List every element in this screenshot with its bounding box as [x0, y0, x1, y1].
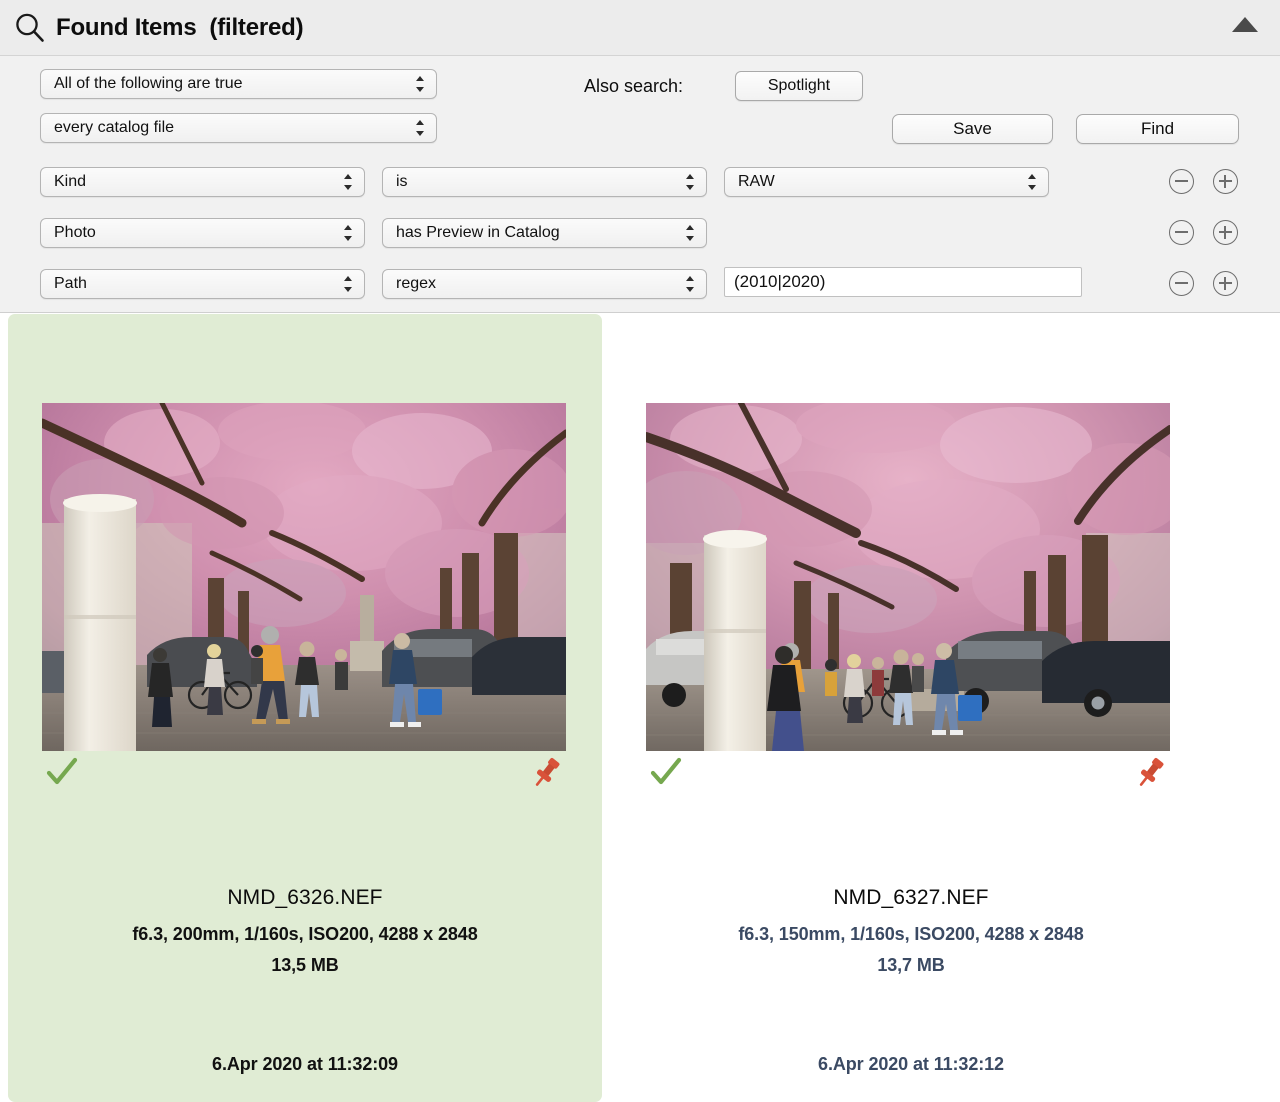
pushpin-icon[interactable]: [1134, 755, 1168, 789]
criterion-field-value-3: Path: [54, 275, 87, 292]
criterion-value-select-1[interactable]: RAW: [724, 167, 1049, 197]
chevron-updown-icon: [344, 274, 353, 294]
chevron-updown-icon: [416, 74, 425, 94]
result-filename-2: NMD_6327.NEF: [833, 886, 989, 909]
cherry-blossom-street-photo-1: [42, 403, 566, 751]
match-rule-select[interactable]: All of the following are true: [40, 69, 437, 99]
criterion-operator-value-1: is: [396, 173, 408, 190]
remove-criterion-button-2[interactable]: [1169, 220, 1194, 245]
criterion-operator-select-2[interactable]: has Preview in Catalog: [382, 218, 707, 248]
found-items-window: Found Items (filtered) All of the follow…: [0, 0, 1280, 1102]
remove-criterion-button-1[interactable]: [1169, 169, 1194, 194]
find-button[interactable]: Find: [1076, 114, 1239, 144]
match-rule-value: All of the following are true: [54, 75, 243, 92]
save-button[interactable]: Save: [892, 114, 1053, 144]
search-criteria-panel: All of the following are true every cata…: [0, 56, 1280, 313]
add-criterion-button-3[interactable]: [1213, 271, 1238, 296]
result-filename-1: NMD_6326.NEF: [227, 886, 383, 909]
add-criterion-button-2[interactable]: [1213, 220, 1238, 245]
result-filesize-1: 13,5 MB: [271, 955, 339, 975]
checkmark-icon[interactable]: [649, 757, 683, 787]
result-item-1[interactable]: NMD_6326.NEF f6.3, 200mm, 1/160s, ISO200…: [8, 314, 602, 1102]
result-item-2[interactable]: NMD_6327.NEF f6.3, 150mm, 1/160s, ISO200…: [614, 314, 1208, 1102]
add-criterion-button-1[interactable]: [1213, 169, 1238, 194]
criterion-operator-value-3: regex: [396, 275, 437, 292]
result-exif-2: f6.3, 150mm, 1/160s, ISO200, 4288 x 2848: [738, 924, 1084, 944]
chevron-updown-icon: [686, 274, 695, 294]
result-date-1: 6.Apr 2020 at 11:32:09: [212, 1054, 398, 1074]
chevron-updown-icon: [686, 172, 695, 192]
chevron-updown-icon: [344, 223, 353, 243]
photo-thumbnail-2[interactable]: [646, 403, 1170, 751]
criterion-operator-select-1[interactable]: is: [382, 167, 707, 197]
chevron-updown-icon: [344, 172, 353, 192]
results-grid: NMD_6326.NEF f6.3, 200mm, 1/160s, ISO200…: [0, 314, 1280, 1102]
result-exif-1: f6.3, 200mm, 1/160s, ISO200, 4288 x 2848: [132, 924, 478, 944]
cherry-blossom-street-photo-2: [646, 403, 1170, 751]
checkmark-icon[interactable]: [45, 757, 79, 787]
criterion-field-select-1[interactable]: Kind: [40, 167, 365, 197]
page-title: Found Items (filtered): [56, 13, 304, 41]
result-date-2: 6.Apr 2020 at 11:32:12: [818, 1054, 1004, 1074]
criterion-field-select-3[interactable]: Path: [40, 269, 365, 299]
criterion-value-input-3[interactable]: (2010|2020): [724, 267, 1082, 297]
criterion-field-value-2: Photo: [54, 224, 96, 241]
chevron-updown-icon: [416, 118, 425, 138]
chevron-updown-icon: [1028, 172, 1037, 192]
criterion-field-select-2[interactable]: Photo: [40, 218, 365, 248]
scope-value: every catalog file: [54, 119, 175, 136]
magnifier-icon: [16, 13, 44, 42]
collapse-panel-triangle-up-icon[interactable]: [1232, 17, 1258, 32]
spotlight-button[interactable]: Spotlight: [735, 71, 863, 101]
thumbnail-badges-1: [42, 755, 566, 791]
criterion-operator-select-3[interactable]: regex: [382, 269, 707, 299]
remove-criterion-button-3[interactable]: [1169, 271, 1194, 296]
also-search-label: Also search:: [584, 76, 684, 96]
criterion-field-value-1: Kind: [54, 173, 87, 190]
thumbnail-badges-2: [646, 755, 1170, 791]
criterion-value-1: RAW: [738, 173, 775, 190]
photo-thumbnail-1[interactable]: [42, 403, 566, 751]
window-titlebar: Found Items (filtered): [0, 0, 1280, 56]
result-filesize-2: 13,7 MB: [877, 955, 945, 975]
pushpin-icon[interactable]: [530, 755, 564, 789]
scope-select[interactable]: every catalog file: [40, 113, 437, 143]
criterion-value-3: (2010|2020): [734, 272, 826, 291]
criterion-operator-value-2: has Preview in Catalog: [396, 224, 560, 241]
chevron-updown-icon: [686, 223, 695, 243]
